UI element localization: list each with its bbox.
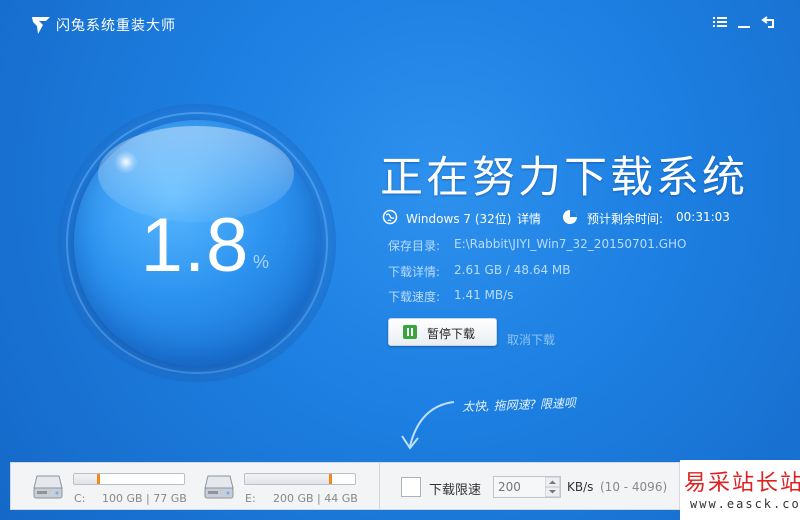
drive-c-letter: C:: [74, 492, 86, 505]
rabbit-logo-icon: [30, 14, 52, 36]
speed-limit-label: 下载限速: [429, 483, 482, 498]
speed-range: (10 - 4096): [600, 480, 668, 494]
eta-label: 预计剩余时间:: [587, 212, 664, 226]
minimize-icon[interactable]: [736, 14, 754, 32]
pause-download-button[interactable]: 暂停下载: [388, 318, 497, 346]
drive-e-usage-bar: [244, 473, 356, 485]
drive-e-usage-fill: [245, 474, 331, 484]
globe-icon: [382, 209, 398, 225]
speed-limit-hint: 太快, 拖网速? 限速呗: [461, 396, 577, 414]
speed-unit: KB/s: [567, 480, 594, 494]
circle-sparkle: [114, 150, 138, 174]
download-detail-value: 2.61 GB / 48.64 MB: [454, 263, 571, 277]
hard-drive-icon: [204, 474, 234, 500]
speed-value: 1.41 MB/s: [454, 288, 514, 302]
pause-download-label: 暂停下载: [427, 327, 476, 341]
eta-value: 00:31:03: [676, 210, 730, 224]
download-detail-label: 下载详情:: [388, 265, 441, 279]
details-link[interactable]: 详情: [517, 210, 541, 227]
watermark: 易采站长站 www.easck.com: [680, 460, 800, 520]
watermark-title: 易采站长站: [684, 471, 800, 496]
drive-e-usage-marker: [328, 474, 332, 484]
progress-percent-sign: %: [253, 252, 270, 272]
clock-icon: [562, 209, 578, 225]
title-bar[interactable]: 闪兔系统重装大师: [0, 0, 800, 48]
watermark-url: www.easck.com: [690, 497, 800, 511]
speed-label: 下载速度:: [388, 290, 441, 304]
hint-arrow-icon: [396, 398, 460, 456]
app-window: 闪兔系统重装大师 1.8 % 正在努力下载系统 Windows 7 (32位) …: [0, 0, 800, 520]
save-dir-value: E:\Rabbit\JIYI_Win7_32_20150701.GHO: [454, 237, 687, 251]
speed-limit-stepper[interactable]: [544, 476, 561, 498]
cancel-download-link[interactable]: 取消下载: [507, 331, 555, 348]
speed-limit-checkbox[interactable]: [401, 477, 421, 497]
drive-c-usage-fill: [74, 474, 100, 484]
divider: [379, 463, 380, 509]
app-title: 闪兔系统重装大师: [56, 18, 176, 34]
save-dir-label: 保存目录:: [388, 239, 441, 253]
drive-e-size: 200 GB | 44 GB: [273, 492, 358, 505]
progress-percent: 1.8: [140, 203, 250, 288]
drive-e-letter: E:: [245, 492, 256, 505]
drive-c-size: 100 GB | 77 GB: [102, 492, 187, 505]
menu-icon[interactable]: [712, 14, 730, 32]
drive-c-usage-marker: [97, 474, 101, 484]
back-icon[interactable]: [761, 14, 779, 32]
bottom-bar: C: 100 GB | 77 GB E: 200 GB | 44 GB 下载限速…: [10, 462, 680, 510]
os-name: Windows 7 (32位): [406, 212, 512, 226]
pause-icon: [403, 325, 417, 339]
drive-c-usage-bar: [73, 473, 185, 485]
hard-drive-icon: [33, 474, 63, 500]
status-headline: 正在努力下载系统: [380, 153, 748, 203]
